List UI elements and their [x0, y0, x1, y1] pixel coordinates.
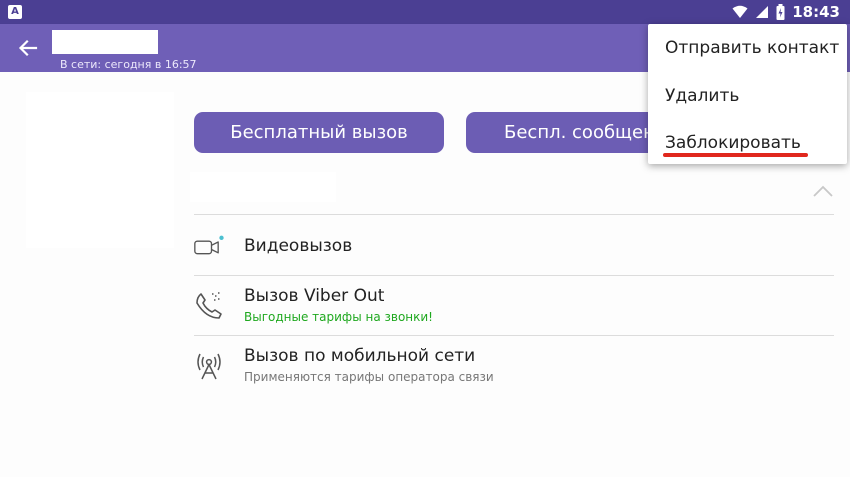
app-notification-icon: A [8, 5, 22, 19]
video-camera-icon [194, 235, 224, 255]
last-seen-status: В сети: сегодня в 16:57 [60, 58, 197, 71]
contact-name-redacted [52, 30, 158, 54]
clock: 18:43 [792, 3, 840, 21]
menu-item-send-contact[interactable]: Отправить контакт [665, 38, 839, 58]
cell-tower-icon [197, 353, 221, 380]
free-call-button[interactable]: Бесплатный вызов [194, 112, 444, 153]
arrow-back-icon [18, 39, 38, 57]
phone-number-redacted [190, 172, 336, 202]
back-button[interactable] [14, 34, 42, 62]
option-subtitle: Применяются тарифы оператора связи [244, 370, 494, 384]
menu-item-block[interactable]: Заблокировать [665, 133, 801, 153]
option-title: Вызов по мобильной сети [244, 346, 476, 366]
signal-icon [756, 6, 769, 18]
battery-icon [776, 4, 785, 20]
divider [194, 214, 834, 215]
highlight-underline [663, 153, 808, 157]
option-subtitle: Выгодные тарифы на звонки! [244, 310, 433, 324]
option-title: Вызов Viber Out [244, 286, 385, 306]
menu-item-delete[interactable]: Удалить [665, 86, 739, 106]
phone-outgoing-icon [196, 292, 222, 319]
mobile-network-call-option[interactable]: Вызов по мобильной сети Применяются тари… [194, 338, 834, 398]
overflow-menu: Отправить контакт Удалить Заблокировать [648, 24, 847, 164]
avatar[interactable] [26, 92, 174, 248]
divider [194, 335, 834, 336]
status-bar: A 18:43 [0, 0, 850, 24]
wifi-icon [732, 5, 748, 18]
divider [194, 275, 834, 276]
viber-out-call-option[interactable]: Вызов Viber Out Выгодные тарифы на звонк… [194, 278, 834, 338]
video-call-option[interactable]: Видеовызов [194, 218, 834, 278]
chevron-up-icon[interactable] [812, 184, 834, 198]
option-title: Видеовызов [244, 236, 353, 256]
